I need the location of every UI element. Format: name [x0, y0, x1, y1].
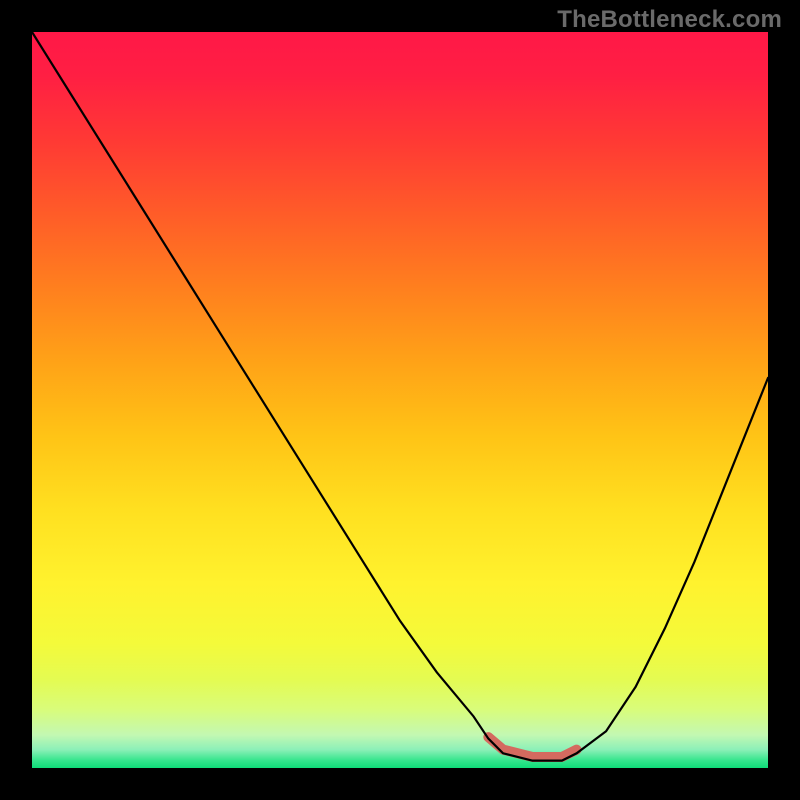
chart-frame: [32, 32, 768, 768]
watermark-text: TheBottleneck.com: [557, 6, 782, 34]
bottleneck-chart: [32, 32, 768, 768]
gradient-background: [32, 32, 768, 768]
